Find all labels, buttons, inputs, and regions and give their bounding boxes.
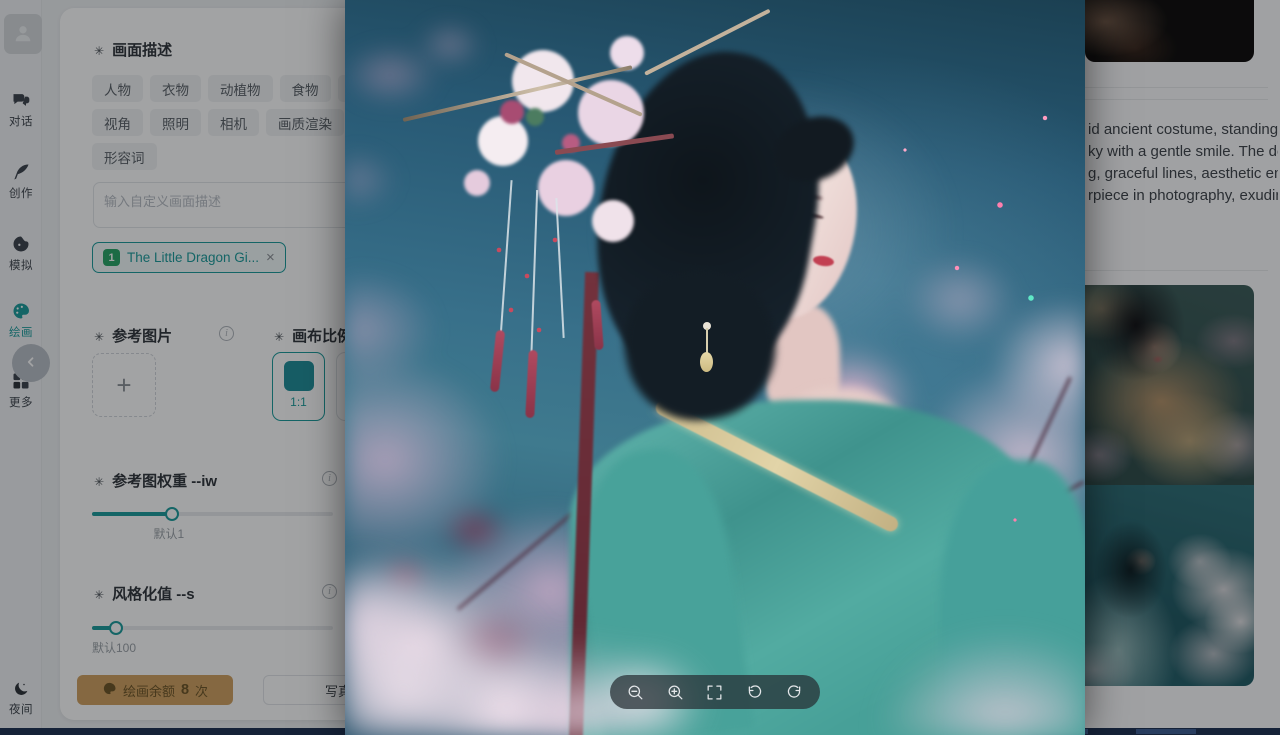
fullscreen-icon[interactable]	[700, 677, 730, 707]
app-root: 对话 创作 模拟 绘画 更多	[0, 0, 1280, 735]
rotate-right-icon[interactable]	[779, 677, 809, 707]
sparkle-particles	[345, 0, 1085, 735]
image-preview[interactable]	[345, 0, 1085, 735]
viewer-toolbar	[610, 675, 820, 709]
zoom-out-icon[interactable]	[621, 677, 651, 707]
rotate-left-icon[interactable]	[740, 677, 770, 707]
zoom-in-icon[interactable]	[660, 677, 690, 707]
